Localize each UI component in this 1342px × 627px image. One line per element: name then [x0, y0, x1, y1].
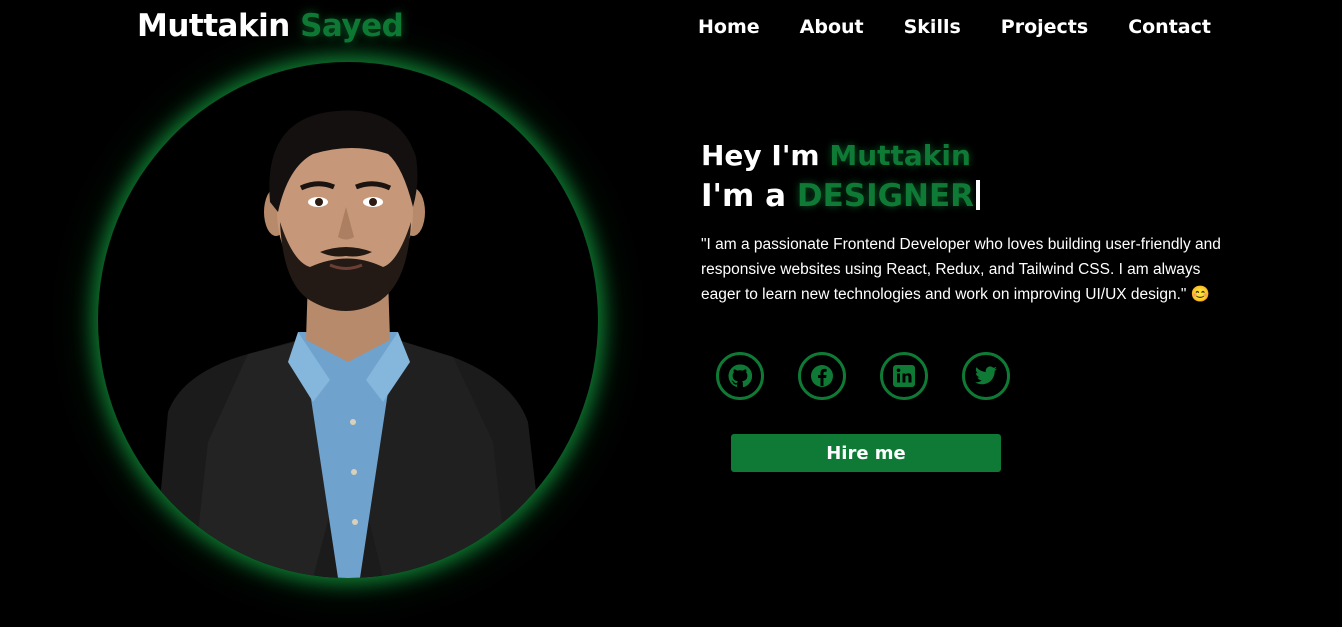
nav-projects-link[interactable]: Projects — [1001, 16, 1088, 38]
hire-me-button[interactable]: Hire me — [731, 434, 1001, 472]
twitter-icon — [975, 366, 997, 385]
social-links — [716, 352, 1044, 400]
linkedin-link[interactable] — [880, 352, 928, 400]
facebook-link[interactable] — [798, 352, 846, 400]
hero-bio: "I am a passionate Frontend Developer wh… — [701, 236, 1221, 303]
nav-skills-link[interactable]: Skills — [904, 16, 961, 38]
twitter-link[interactable] — [962, 352, 1010, 400]
page: Muttakin Sayed Home About Skills Project… — [0, 0, 1342, 627]
hero-role: I'm a DESIGNER — [701, 176, 1241, 216]
github-link[interactable] — [716, 352, 764, 400]
typing-cursor — [976, 180, 981, 210]
logo-last-name: Sayed — [300, 8, 404, 44]
nav-home-link[interactable]: Home — [698, 16, 760, 38]
logo-first-name: Muttakin — [137, 8, 290, 44]
main-nav: Home About Skills Projects Contact — [698, 16, 1251, 38]
hero-section: Hey I'm Muttakin I'm a DESIGNER "I am a … — [701, 138, 1241, 307]
nav-contact-link[interactable]: Contact — [1128, 16, 1211, 38]
role-prefix: I'm a — [701, 178, 797, 214]
role-word: DESIGNER — [796, 178, 975, 214]
nav-about-link[interactable]: About — [800, 16, 864, 38]
github-icon — [728, 364, 752, 388]
greeting-name: Muttakin — [829, 139, 971, 172]
greeting-prefix: Hey I'm — [701, 139, 830, 172]
profile-photo — [153, 110, 546, 578]
site-logo[interactable]: Muttakin Sayed — [137, 8, 404, 44]
linkedin-icon — [893, 365, 915, 387]
hero-greeting: Hey I'm Muttakin — [701, 138, 1241, 174]
profile-portrait — [98, 62, 598, 578]
facebook-icon — [811, 365, 833, 387]
